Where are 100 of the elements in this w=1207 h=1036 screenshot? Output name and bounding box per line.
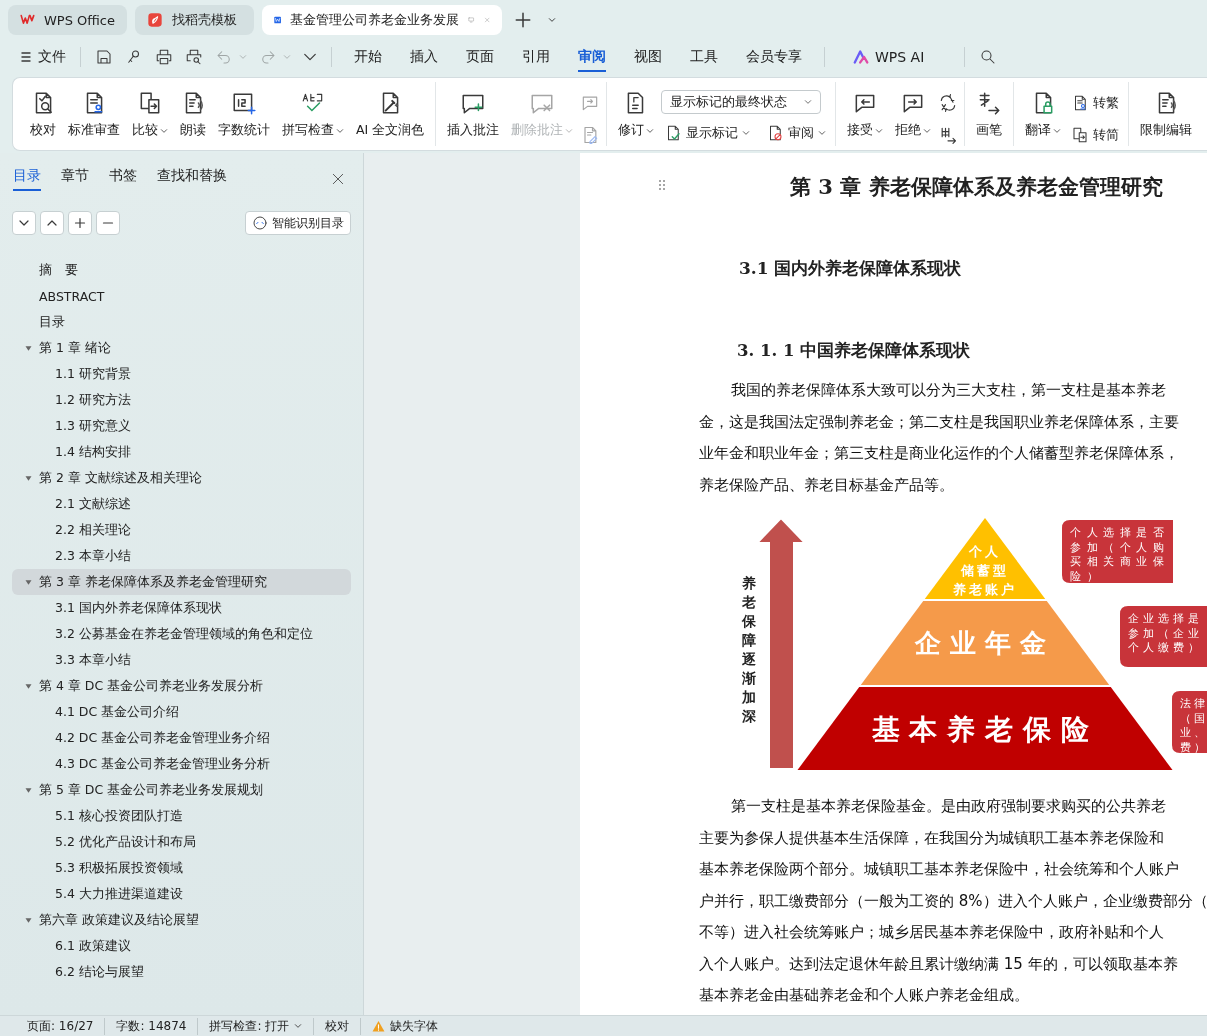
ribbon-button[interactable]: 拼写检查	[277, 88, 349, 141]
add-button[interactable]	[68, 211, 92, 235]
toc-item[interactable]: 5.3 积极拓展投资领域	[12, 855, 351, 881]
redo-icon	[259, 48, 277, 66]
toc-item[interactable]: 目录	[12, 309, 351, 335]
toc-item[interactable]: 2.3 本章小结	[12, 543, 351, 569]
collapse-button[interactable]	[40, 211, 64, 235]
plus-icon	[514, 11, 532, 29]
remove-button[interactable]	[96, 211, 120, 235]
ribbon-button[interactable]: 接受	[842, 88, 889, 141]
toc-item[interactable]: 第六章 政策建议及结论展望	[12, 907, 351, 933]
ribbon-button[interactable]: 校对	[25, 88, 61, 141]
panel-tab[interactable]: 书签	[109, 167, 137, 191]
print-icon	[155, 48, 173, 66]
ribbon-button[interactable]: 拒绝	[890, 88, 937, 141]
toc-item[interactable]: 1.2 研究方法	[12, 387, 351, 413]
toc-item[interactable]: 第 1 章 绪论	[12, 335, 351, 361]
toc-item[interactable]: 1.3 研究意义	[12, 413, 351, 439]
tier-label: 企业年金	[914, 628, 1056, 659]
toc-item[interactable]: 第 3 章 养老保障体系及养老金管理研究	[12, 569, 351, 595]
callout-label: 企业选择是 参加（企业 个人缴费）	[1120, 606, 1207, 667]
toc-item[interactable]: 2.1 文献综述	[12, 491, 351, 517]
ribbon-button[interactable]: 限制编辑	[1135, 88, 1198, 141]
ribbon-button[interactable]: 比较	[127, 88, 173, 141]
toc-item[interactable]: 摘 要	[12, 257, 351, 283]
ribbon-button[interactable]: 字数统计	[213, 88, 275, 141]
ribbon-button[interactable]: AI 全文润色	[351, 88, 430, 141]
close-button[interactable]	[331, 172, 345, 186]
ribbon-tab[interactable]: 页面	[466, 42, 494, 72]
toc-item[interactable]: 5.1 核心投资团队打造	[12, 803, 351, 829]
drag-handle-icon	[658, 179, 666, 191]
toc-item[interactable]: 5.2 优化产品设计和布局	[12, 829, 351, 855]
chevron-down-icon	[239, 53, 247, 61]
ribbon-button[interactable]: 审阅	[763, 120, 830, 146]
ribbon-button[interactable]: 转繁	[1068, 90, 1123, 116]
ribbon-tab[interactable]: 开始	[354, 42, 382, 72]
toc-item[interactable]: 1.1 研究背景	[12, 361, 351, 387]
toc-item[interactable]: 4.1 DC 基金公司介绍	[12, 699, 351, 725]
panel-tab[interactable]: 章节	[61, 167, 89, 191]
missing-font-button[interactable]: 缺失字体	[361, 1017, 450, 1035]
toc-item[interactable]: 6.2 结论与展望	[12, 959, 351, 985]
warning-icon	[372, 1019, 386, 1033]
browser-tab[interactable]: 找稻壳模板	[135, 5, 254, 35]
toc-item[interactable]: 第 5 章 DC 基金公司养老业务发展规划	[12, 777, 351, 803]
toc-item[interactable]: ABSTRACT	[12, 283, 351, 309]
ribbon-button[interactable]: 翻译	[1020, 88, 1067, 141]
browser-tab[interactable]: WPS Office	[8, 5, 127, 35]
undo-icon	[215, 48, 233, 66]
ribbon-button[interactable]: 标准审查	[63, 88, 125, 141]
ribbon-tab[interactable]: 视图	[634, 42, 662, 72]
toc-item[interactable]: 6.1 政策建议	[12, 933, 351, 959]
panel-tab[interactable]: 查找和替换	[157, 167, 227, 191]
markup-dropdown[interactable]: 显示标记的最终状态	[661, 90, 822, 114]
browser-tab[interactable]: 基金管理公司养老金业务发展	[262, 5, 502, 35]
chapter-heading: 第 3 章 养老保障体系及养老金管理研究	[790, 173, 1163, 201]
toc-item[interactable]: 5.4 大力推进渠道建设	[12, 881, 351, 907]
template-logo-icon	[147, 12, 163, 28]
toc-item[interactable]: 3.1 国内外养老保障体系现状	[12, 595, 351, 621]
ribbon-button[interactable]: 画笔	[971, 88, 1008, 141]
wps-ai-button[interactable]: WPS AI	[847, 45, 931, 69]
toc-item[interactable]: 4.2 DC 基金公司养老金管理业务介绍	[12, 725, 351, 751]
toc-item[interactable]: 2.2 相关理论	[12, 517, 351, 543]
tier-label: 基本养老保险	[871, 713, 1099, 747]
print-preview-icon	[185, 48, 203, 66]
smart-icon	[252, 215, 268, 231]
tier-label: 个人 储蓄型 养老账户	[953, 543, 1017, 597]
ai-logo-icon	[853, 50, 869, 64]
file-menu[interactable]: 文件	[14, 44, 72, 70]
status-text: 页面: 16/27	[16, 1017, 106, 1035]
ribbon-tab[interactable]: 工具	[690, 42, 718, 72]
spellcheck-toggle[interactable]: 拼写检查: 打开	[198, 1017, 315, 1035]
expand-button[interactable]	[12, 211, 36, 235]
toc-item[interactable]: 1.4 结构安排	[12, 439, 351, 465]
chevron-down-icon	[294, 1022, 303, 1030]
ribbon-tab[interactable]: 引用	[522, 42, 550, 72]
ribbon-tab[interactable]: 审阅	[578, 42, 606, 72]
save-icon	[95, 48, 113, 66]
panel-tab[interactable]: 目录	[13, 167, 41, 191]
ribbon-button[interactable]: 转简	[1068, 122, 1123, 148]
body-paragraph: 第一支柱是基本养老保险基金。是由政府强制要求购买的公共养老 主要为参保人提供基本生活保障，在我国分为城镇职工基本养老保险和 基本养老保险两个部分。城镇职工基本养老保险中，社会统筹和个人账户 户并行，职工缴费部分（一般为工资的 8%）进入个人账户，企业缴费部分（ 不等）进入社会统筹账户；城乡居民基本养老保险中，政府补贴和个人 入个人账户。达到法定退休年龄且累计缴纳满 15 年的，可以领取基本养 基本养老金由基础养老金和个人账户养老金组成。	[699, 796, 1207, 1006]
toc-item[interactable]: 第 4 章 DC 基金公司养老业务发展分析	[12, 673, 351, 699]
chevron-down-icon	[804, 98, 813, 106]
status-text: 字数: 14874	[105, 1017, 199, 1035]
ribbon-button[interactable]: 朗读	[175, 88, 211, 141]
section-heading: 3.1 国内外养老保障体系现状	[739, 257, 962, 280]
menu-icon	[20, 50, 32, 64]
ribbon-button[interactable]: 修订	[613, 88, 660, 141]
ribbon-button[interactable]: 插入批注	[442, 88, 505, 141]
toc-item[interactable]: 4.3 DC 基金公司养老金管理业务分析	[12, 751, 351, 777]
ribbon-tab[interactable]: 会员专享	[746, 42, 802, 72]
toc-item[interactable]: 3.2 公募基金在养老金管理领域的角色和定位	[12, 621, 351, 647]
body-paragraph: 我国的养老保障体系大致可以分为三大支柱，第一支柱是基本养老 金，这是我国法定强制养老金；第二支柱是我国职业养老保障体系，主要 业年金和职业年金；第三支柱是商业化运作的个人储蓄型养老保障体系， 养老保险产品、养老目标基金产品等。	[699, 380, 1179, 496]
toc-item[interactable]: 3.3 本章小结	[12, 647, 351, 673]
ribbon-button[interactable]: 显示标记	[661, 120, 754, 146]
ribbon-tab[interactable]: 插入	[410, 42, 438, 72]
proofread-button[interactable]: 校对	[314, 1017, 362, 1035]
smart-toc-button[interactable]: 智能识别目录	[245, 211, 351, 235]
subsection-heading: 3. 1. 1 中国养老保障体系现状	[737, 340, 971, 362]
toc-item[interactable]: 第 2 章 文献综述及相关理论	[12, 465, 351, 491]
callout-label: 法律 （国 业、 费）	[1172, 691, 1207, 754]
